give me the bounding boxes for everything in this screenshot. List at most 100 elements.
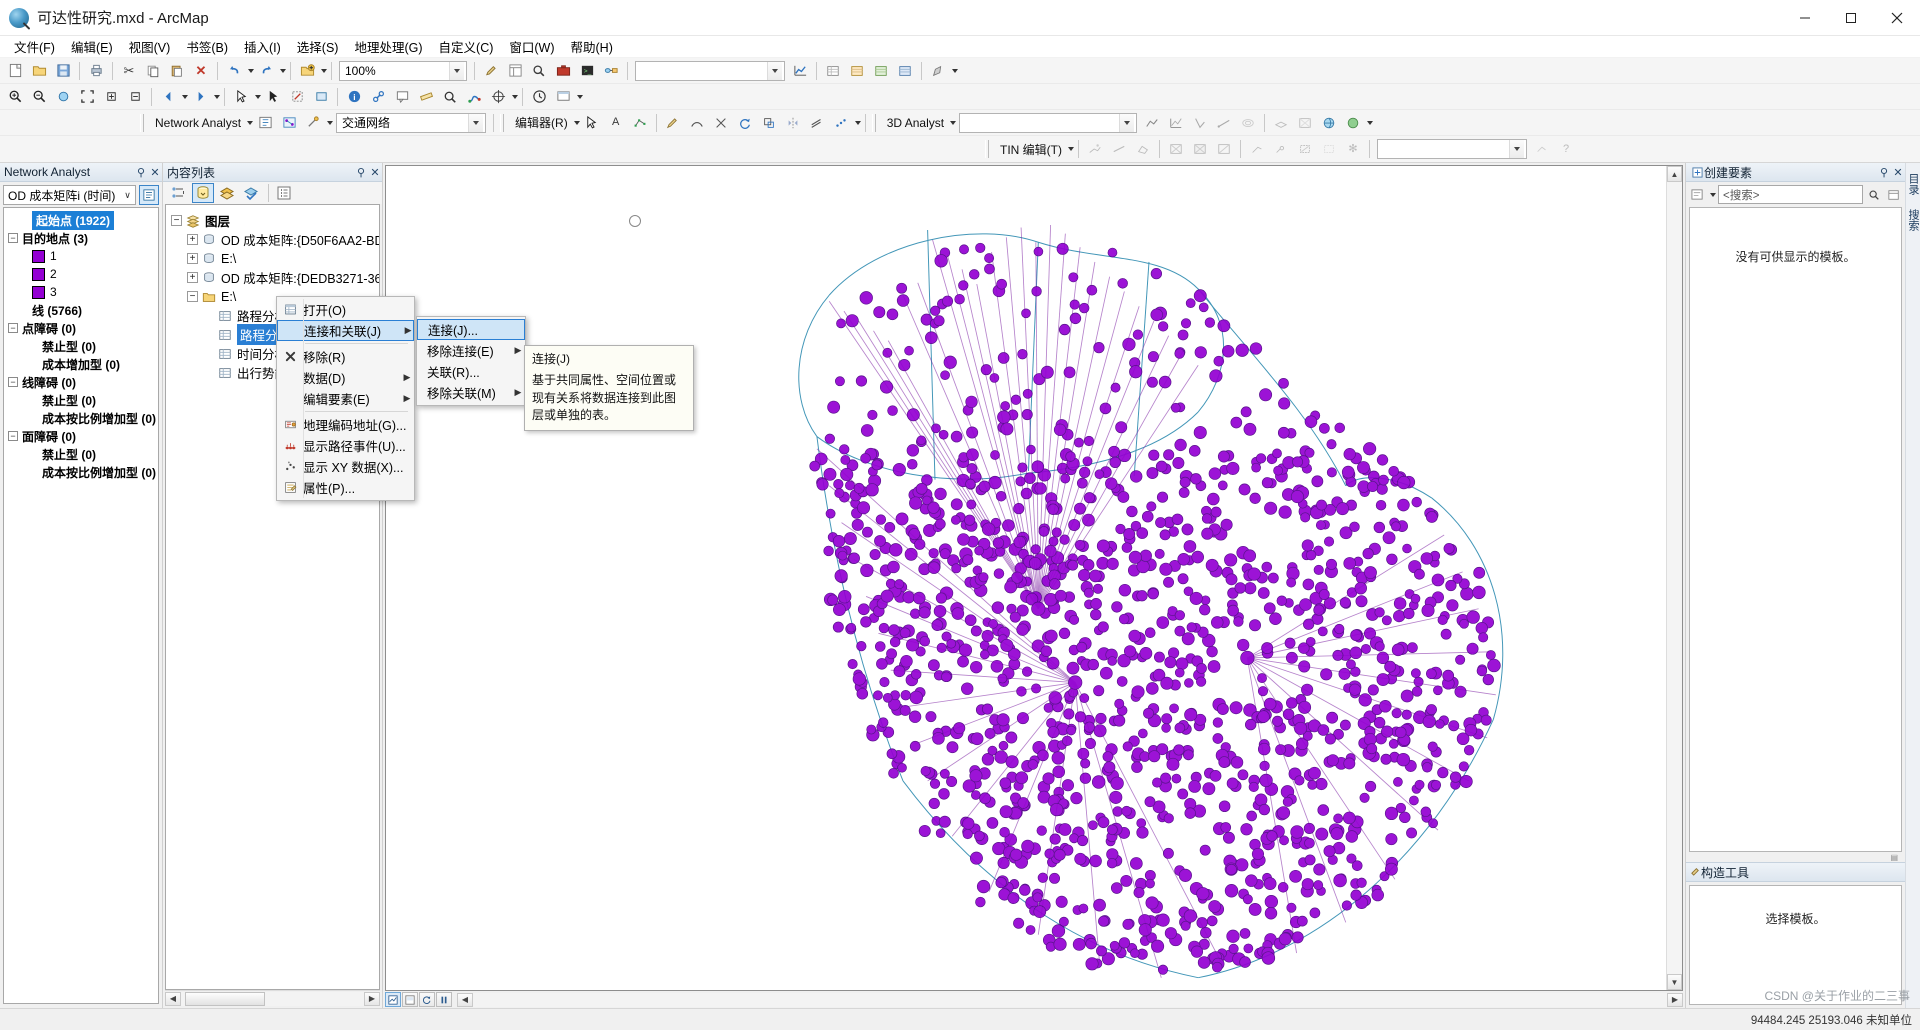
na-window-toggle-button[interactable]: [139, 185, 159, 205]
contour-icon[interactable]: [1237, 112, 1259, 134]
symbol-swatch[interactable]: [32, 267, 45, 281]
cut-icon[interactable]: ✂: [118, 60, 140, 82]
maximize-button[interactable]: [1828, 0, 1874, 36]
undo-dropdown-icon[interactable]: [248, 68, 254, 73]
construct-dropdown-icon[interactable]: [854, 120, 861, 125]
tin-props-icon[interactable]: [1531, 138, 1553, 160]
menu-selection[interactable]: 选择(S): [289, 35, 347, 58]
map-scroll-left-icon[interactable]: ◀: [457, 992, 473, 1007]
na-tree-row[interactable]: 线 (5766): [4, 301, 158, 319]
tab-catalog[interactable]: 目录: [1905, 173, 1920, 195]
tab-search[interactable]: 搜索: [1905, 209, 1920, 231]
redo-dropdown-icon[interactable]: [280, 68, 286, 73]
toc-horizontal-scrollbar[interactable]: ◀ ▶: [165, 990, 380, 1006]
refresh-button[interactable]: [419, 992, 435, 1007]
tin-add-point-icon[interactable]: [1084, 138, 1106, 160]
ctx-open[interactable]: 打开(O): [277, 299, 414, 320]
tin-triangle-2-icon[interactable]: [1189, 138, 1211, 160]
tin-help-icon[interactable]: ?: [1555, 138, 1577, 160]
pause-drawing-button[interactable]: [436, 992, 452, 1007]
time-slider-icon[interactable]: [528, 86, 550, 108]
3d-view-icon[interactable]: [1294, 112, 1316, 134]
na-build-dropdown-icon[interactable]: [327, 120, 334, 125]
globe-icon[interactable]: [1318, 112, 1340, 134]
select-dropdown-icon[interactable]: [255, 94, 261, 99]
measure-icon[interactable]: [415, 86, 437, 108]
3d-analyst-label[interactable]: 3D Analyst: [879, 116, 948, 130]
find-route-icon[interactable]: [463, 86, 485, 108]
submenu-remove-join[interactable]: 移除连接(E) ▶: [417, 340, 525, 361]
identify-icon[interactable]: i: [343, 86, 365, 108]
tin-add-line-icon[interactable]: [1108, 138, 1130, 160]
save-map-icon[interactable]: [52, 60, 74, 82]
arcscene-dropdown-icon[interactable]: [1367, 120, 1374, 125]
close-icon[interactable]: ✕: [148, 164, 162, 180]
menu-bookmarks[interactable]: 书签(B): [178, 35, 236, 58]
mirror-tool-icon[interactable]: [782, 112, 804, 134]
na-tree-row[interactable]: 禁止型 (0): [4, 337, 158, 355]
add-data-dropdown-icon[interactable]: [321, 68, 327, 73]
rotate-tool-icon[interactable]: [734, 112, 756, 134]
tree-expander-icon[interactable]: −: [8, 431, 18, 441]
edit-tool-icon[interactable]: [581, 112, 603, 134]
ctx-display-xy-data[interactable]: 显示 XY 数据(X)...: [277, 456, 414, 477]
na-layer-icon[interactable]: [278, 112, 300, 134]
close-button[interactable]: [1874, 0, 1920, 36]
na-tree-row[interactable]: 成本按比例增加型 (0): [4, 409, 158, 427]
map-scale-dropdown-icon[interactable]: [449, 61, 464, 80]
tin-layer-combo[interactable]: [1377, 139, 1527, 159]
chart-icon[interactable]: [789, 60, 811, 82]
3d-analyst-dropdown-icon[interactable]: [950, 120, 957, 125]
toolbar-gripper[interactable]: [985, 140, 989, 158]
menu-help[interactable]: 帮助(H): [563, 35, 621, 58]
print-icon[interactable]: [85, 60, 107, 82]
na-tree-row[interactable]: − 线障碍 (0): [4, 373, 158, 391]
auto-hide-pin-icon[interactable]: ⚲: [134, 164, 148, 180]
select-features-icon[interactable]: [230, 86, 252, 108]
map-scale-combo[interactable]: 100%: [339, 60, 467, 81]
tin-delete-icon[interactable]: ✻: [1342, 138, 1364, 160]
network-analyst-menu-label[interactable]: Network Analyst: [147, 116, 245, 130]
tree-expander-icon[interactable]: −: [187, 291, 198, 302]
split-tool-icon[interactable]: [710, 112, 732, 134]
toc-scroll-right-icon[interactable]: ▶: [364, 991, 380, 1006]
list-by-source-icon[interactable]: [192, 183, 214, 203]
select-elements-icon[interactable]: [262, 86, 284, 108]
network-dataset-dropdown-icon[interactable]: [468, 113, 484, 132]
auto-hide-pin-icon[interactable]: ⚲: [1877, 164, 1891, 180]
map-scroll-right-icon[interactable]: ▶: [1667, 992, 1683, 1007]
na-tree-row[interactable]: 起始点 (1922): [4, 210, 158, 230]
tin-add-polygon-icon[interactable]: [1132, 138, 1154, 160]
tree-expander-icon[interactable]: +: [187, 253, 198, 264]
na-tree-row[interactable]: 2: [4, 265, 158, 283]
network-analyst-dropdown-icon[interactable]: [247, 120, 254, 125]
table-view-1-icon[interactable]: [822, 60, 844, 82]
menu-insert[interactable]: 插入(I): [236, 35, 289, 58]
symbol-swatch[interactable]: [32, 249, 45, 263]
catalog-icon[interactable]: [504, 60, 526, 82]
na-tree-row[interactable]: 3: [4, 283, 158, 301]
redo-icon[interactable]: [255, 60, 277, 82]
create-viewer-icon[interactable]: [552, 86, 574, 108]
map-vertical-scrollbar[interactable]: ▲ ▼: [1666, 166, 1682, 990]
copy-parallel-icon[interactable]: [806, 112, 828, 134]
new-template-dropdown-icon[interactable]: [1710, 192, 1716, 197]
open-map-icon[interactable]: [28, 60, 50, 82]
network-dataset-combo[interactable]: 交通网络: [336, 112, 487, 133]
network-analyst-tree[interactable]: 起始点 (1922) − 目的地点 (3) 1 2 3 线 (5766) − 点障碍 (0) 禁止…: [3, 207, 159, 1004]
na-tree-row[interactable]: 禁止型 (0): [4, 391, 158, 409]
tree-expander-icon[interactable]: −: [8, 377, 18, 387]
na-build-icon[interactable]: [302, 112, 324, 134]
menu-file[interactable]: 文件(F): [6, 35, 63, 58]
create-viewer-dropdown-icon[interactable]: [577, 94, 583, 99]
edit-vertices-icon[interactable]: [629, 112, 651, 134]
toc-scroll-thumb[interactable]: [185, 991, 265, 1006]
full-extent-icon[interactable]: [76, 86, 98, 108]
forward-extent-dropdown-icon[interactable]: [214, 94, 220, 99]
zoom-out-icon[interactable]: [28, 86, 50, 108]
fixed-zoom-out-icon[interactable]: [124, 86, 146, 108]
pan-icon[interactable]: [52, 86, 74, 108]
auto-hide-pin-icon[interactable]: ⚲: [354, 164, 368, 180]
menu-view[interactable]: 视图(V): [121, 35, 179, 58]
list-by-visibility-icon[interactable]: [216, 183, 238, 203]
